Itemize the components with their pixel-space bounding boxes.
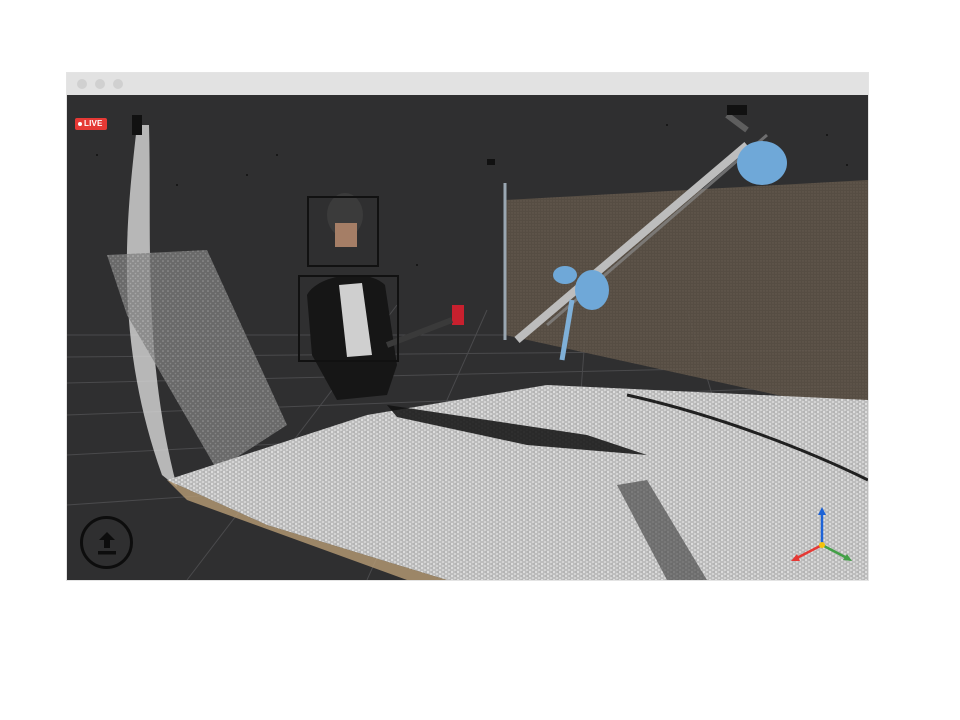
back-wall: [505, 180, 868, 415]
point-cloud-scene: [67, 105, 868, 580]
xyz-axes-icon: [791, 507, 852, 561]
body-detection-box[interactable]: [298, 275, 399, 362]
face-detection-box[interactable]: [307, 196, 379, 267]
viewer-window: LIVE: [67, 73, 868, 580]
point-cloud-viewport[interactable]: LIVE: [67, 95, 868, 580]
live-label: LIVE: [84, 119, 103, 128]
upload-button[interactable]: [80, 516, 133, 569]
maximize-button[interactable]: [113, 79, 123, 89]
upload-icon: [98, 532, 116, 555]
live-badge: LIVE: [75, 118, 107, 130]
minimize-button[interactable]: [95, 79, 105, 89]
close-button[interactable]: [77, 79, 87, 89]
window-titlebar: [67, 73, 868, 95]
live-indicator-icon: [78, 122, 82, 126]
